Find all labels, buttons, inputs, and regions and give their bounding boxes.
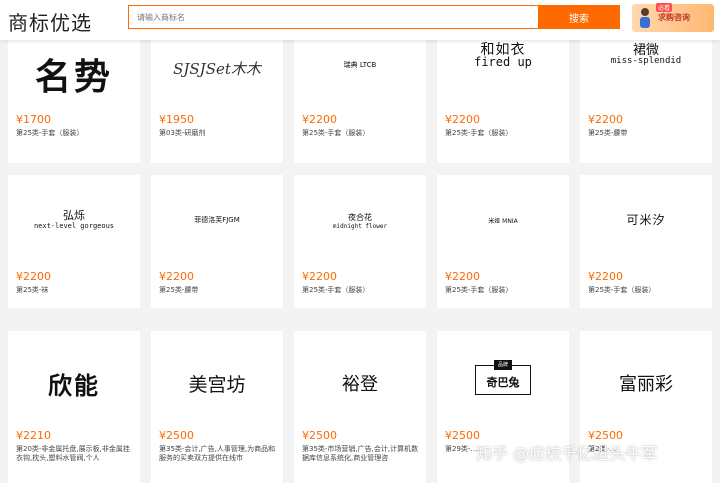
trademark-class: 第35类-会计,广告,人事管理,为商品和服务的买卖双方提供在线市 xyxy=(159,445,276,462)
price: ¥2200 xyxy=(159,270,194,283)
price: ¥2200 xyxy=(588,113,623,126)
trademark-name: 米娅 MNIA xyxy=(488,218,518,225)
trademark-name: 美宫坊 xyxy=(188,374,246,396)
trademark-grid: 名势 ¥1700 第25类-手套（服装） SJSJSet木木 ¥1950 第03… xyxy=(0,0,720,483)
trademark-subtitle: fired up xyxy=(474,55,532,69)
purchase-inquiry-banner[interactable]: 必看 求购咨询 xyxy=(632,3,714,32)
trademark-class: 第25类-手套（服装） xyxy=(302,286,370,294)
top-header: 商标优选 搜索 必看 求购咨询 xyxy=(0,0,720,40)
trademark-name: 裕登 xyxy=(342,374,378,395)
trademark-name: 名势 xyxy=(34,56,113,98)
price: ¥2200 xyxy=(445,113,480,126)
trademark-subtitle: midnight flower xyxy=(332,223,388,230)
trademark-class: 第03类-研磨剂 xyxy=(159,129,206,137)
trademark-name: 弘烁 xyxy=(63,209,85,222)
trademark-card[interactable]: 弘烁 next-level gorgeous ¥2200 第25类-袜 xyxy=(8,175,140,308)
trademark-subtitle: miss-splendid xyxy=(610,56,682,66)
trademark-card[interactable]: 可米汐 ¥2200 第25类-手套（服装） xyxy=(580,175,712,308)
trademark-name: 菲德洛芙FJGM xyxy=(194,216,240,224)
price: ¥2210 xyxy=(16,429,51,442)
site-logo[interactable]: 商标优选 xyxy=(8,7,92,36)
trademark-class: 第25类-腰带 xyxy=(159,286,199,294)
price: ¥1700 xyxy=(16,113,51,126)
search-input[interactable] xyxy=(128,5,538,29)
promo-tag: 必看 xyxy=(656,3,673,12)
price: ¥2500 xyxy=(445,429,480,442)
price: ¥2500 xyxy=(302,429,337,442)
price: ¥2200 xyxy=(302,113,337,126)
trademark-class: 第25类-袜 xyxy=(16,286,49,294)
trademark-name: 奇巴兔 xyxy=(486,376,520,389)
trademark-name: 欣能 xyxy=(48,372,100,400)
trademark-class: 第35类-市场营销,广告,会计,计算机数据库信息系统化,商业管理咨 xyxy=(302,445,419,462)
trademark-name: 可米汐 xyxy=(626,213,666,227)
trademark-class: 第20类-非金属托盘,展示板,非金属挂衣钩,枕头,塑料水管阀,个人 xyxy=(16,445,130,462)
trademark-name: 瑞典 LTCB xyxy=(343,61,377,69)
trademark-logo-top: 品牌 xyxy=(494,360,512,370)
trademark-card[interactable]: SJSJSet木木 ¥1950 第03类-研磨剂 xyxy=(151,30,283,163)
trademark-class: 第25类-手套（服装） xyxy=(445,286,513,294)
trademark-card[interactable]: 和如衣 fired up ¥2200 第25类-手套（服装） xyxy=(437,30,569,163)
trademark-class: 第25类-腰带 xyxy=(588,129,628,137)
price: ¥1950 xyxy=(159,113,194,126)
search-button[interactable]: 搜索 xyxy=(538,5,620,29)
trademark-class: 第25类-手套（服装） xyxy=(16,129,84,137)
trademark-card[interactable]: 欣能 ¥2210 第20类-非金属托盘,展示板,非金属挂衣钩,枕头,塑料水管阀,… xyxy=(8,331,140,483)
trademark-name: 富丽彩 xyxy=(619,374,673,395)
trademark-subtitle: next-level gorgeous xyxy=(33,222,115,230)
trademark-class: 第25类-手套（服装） xyxy=(588,286,656,294)
customer-service-icon xyxy=(640,8,650,28)
trademark-card[interactable]: 瑞典 LTCB ¥2200 第25类-手套（服装） xyxy=(294,30,426,163)
zhihu-watermark: 知乎 @应校千亿进头牛军 xyxy=(476,444,658,463)
trademark-card[interactable]: 菲德洛芙FJGM ¥2200 第25类-腰带 xyxy=(151,175,283,308)
trademark-card[interactable]: 裙微 miss-splendid ¥2200 第25类-腰带 xyxy=(580,30,712,163)
price: ¥2200 xyxy=(16,270,51,283)
trademark-class: 第25类-手套（服装） xyxy=(302,129,370,137)
trademark-name: SJSJSet木木 xyxy=(173,60,261,78)
price: ¥2500 xyxy=(159,429,194,442)
promo-label: 求购咨询 xyxy=(658,13,690,22)
trademark-card[interactable]: 夜合花 midnight flower ¥2200 第25类-手套（服装） xyxy=(294,175,426,308)
price: ¥2200 xyxy=(445,270,480,283)
trademark-card[interactable]: 米娅 MNIA ¥2200 第25类-手套（服装） xyxy=(437,175,569,308)
trademark-card[interactable]: 名势 ¥1700 第25类-手套（服装） xyxy=(8,30,140,163)
trademark-card[interactable]: 裕登 ¥2500 第35类-市场营销,广告,会计,计算机数据库信息系统化,商业管… xyxy=(294,331,426,483)
price: ¥2200 xyxy=(588,270,623,283)
price: ¥2200 xyxy=(302,270,337,283)
trademark-class: 第25类-手套（服装） xyxy=(445,129,513,137)
trademark-card[interactable]: 美宫坊 ¥2500 第35类-会计,广告,人事管理,为商品和服务的买卖双方提供在… xyxy=(151,331,283,483)
trademark-name: 夜合花 xyxy=(348,213,372,222)
trademark-logo: 品牌 奇巴兔 xyxy=(475,360,531,395)
